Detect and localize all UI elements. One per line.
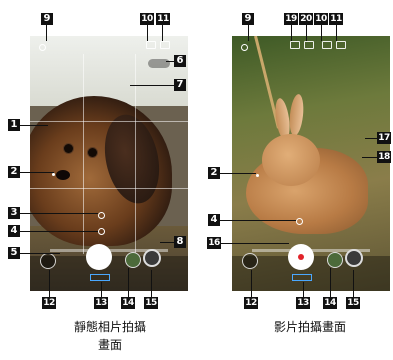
callout-14: 14 [323,297,337,309]
lead-6 [166,61,174,62]
callout-4: 4 [208,214,220,226]
thumbnail-button[interactable] [345,249,363,267]
callout-9: 9 [41,13,53,25]
lead-8 [160,242,174,243]
callout-8: 8 [174,236,186,248]
brightness-slider-handle[interactable] [98,228,105,235]
mode-indicator[interactable] [90,274,110,281]
photo-caption-line1: 靜態相片拍攝 [73,320,146,334]
hdr-icon[interactable] [160,41,170,49]
effect-button[interactable] [327,252,343,268]
grid-line-v1 [83,54,84,254]
callout-13: 13 [296,297,310,309]
callout-17: 17 [377,132,391,144]
focus-point [52,173,55,176]
grid-line-h2 [30,188,188,189]
shutter-button[interactable] [86,244,112,270]
callout-14: 14 [121,297,135,309]
dog-eye-right [88,148,97,157]
flash-icon[interactable] [322,41,332,49]
lead-10 [147,25,148,41]
effect-button[interactable] [125,252,141,268]
callout-1: 1 [8,119,20,131]
callout-15: 15 [346,297,360,309]
dog-nose [56,170,70,180]
grid-line-v2 [135,54,136,254]
focus-point [256,174,259,177]
lead-3 [20,213,98,214]
hdr-icon[interactable] [336,41,346,49]
lead-2 [20,172,54,173]
callout-13: 13 [94,297,108,309]
callout-5: 5 [8,247,20,259]
callout-12: 12 [244,297,258,309]
video-size-icon[interactable] [290,41,300,49]
lead-1 [20,125,48,126]
switch-camera-button[interactable] [242,253,258,269]
thumbnail-button[interactable] [143,249,161,267]
lead-5 [20,253,60,254]
callout-18: 18 [377,151,391,163]
callout-10: 10 [140,13,154,25]
lead-20 [306,25,307,41]
record-dot [298,254,304,260]
lead-18 [362,157,377,158]
callout-3: 3 [8,207,20,219]
lead-15 [151,270,152,297]
lead-14 [128,268,129,297]
callout-2: 2 [8,166,20,178]
callout-4: 4 [8,225,20,237]
lead-11 [336,25,337,41]
switch-camera-button[interactable] [40,253,56,269]
callout-16: 16 [207,237,221,249]
callout-19: 19 [284,13,298,25]
lead-11 [162,25,163,41]
callout-9: 9 [242,13,254,25]
video-capture-screen [232,36,390,291]
lead-12 [251,270,252,297]
callout-7: 7 [174,79,186,91]
lead-13 [303,282,304,297]
lead-9 [248,25,249,41]
lead-9 [46,25,47,41]
mode-indicator[interactable] [292,274,312,281]
lead-14 [330,268,331,297]
brightness-slider-handle[interactable] [296,218,303,225]
exposure-indicator[interactable] [98,212,105,219]
callout-15: 15 [144,297,158,309]
lead-4 [220,220,296,221]
grid-line-h1 [30,121,188,122]
lead-7 [130,85,174,86]
callout-11: 11 [329,13,343,25]
photo-caption-line2: 畫面 [97,338,122,352]
lead-2 [220,173,256,174]
record-button[interactable] [288,244,314,270]
lead-10 [321,25,322,41]
callout-10: 10 [314,13,328,25]
lead-16 [221,243,289,244]
callout-11: 11 [156,13,170,25]
lead-13 [101,282,102,297]
lead-4 [20,231,98,232]
flash-icon[interactable] [146,41,156,49]
lead-17 [365,138,377,139]
callout-20: 20 [299,13,313,25]
callout-2: 2 [208,167,220,179]
dog-eye-left [64,144,73,153]
video-mode-icon[interactable] [304,41,314,49]
callout-12: 12 [42,297,56,309]
video-caption: 影片拍攝畫面 [273,320,346,334]
lead-19 [291,25,292,41]
rabbit-head [262,134,320,186]
settings-icon[interactable] [241,44,248,51]
callout-6: 6 [174,55,186,67]
lead-12 [49,270,50,297]
settings-icon[interactable] [39,44,46,51]
lead-15 [353,270,354,297]
